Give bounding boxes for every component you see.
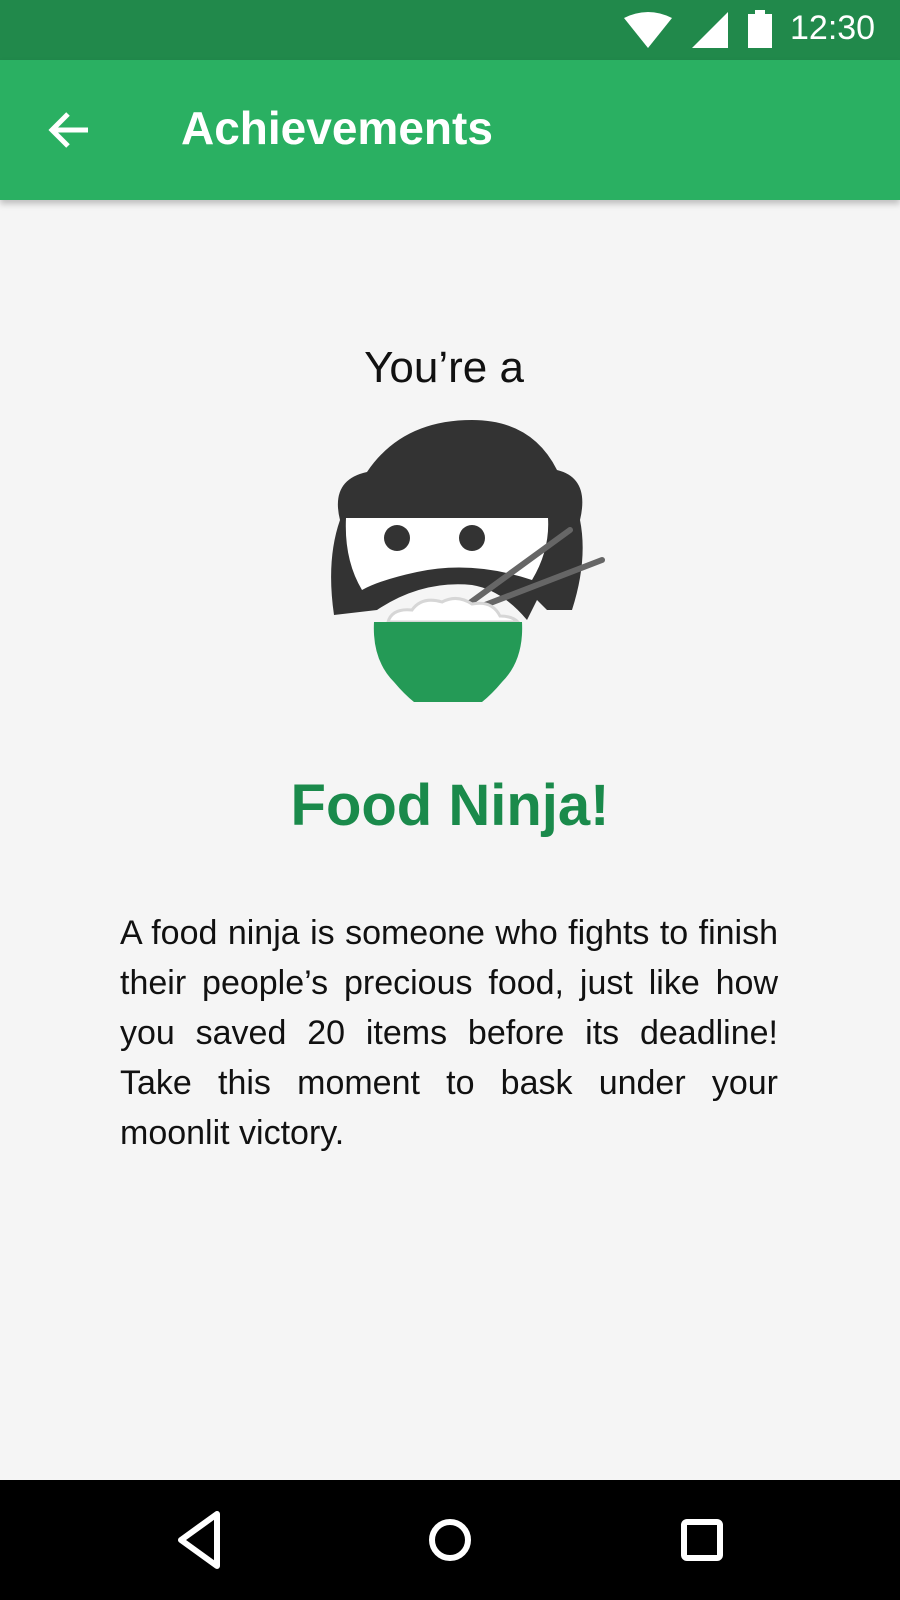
nav-home-button[interactable]	[410, 1500, 490, 1580]
page-title: Achievements	[181, 102, 493, 154]
status-time: 12:30	[790, 9, 876, 47]
app-bar: Achievements	[0, 60, 900, 200]
status-bar: 12:30	[0, 0, 900, 60]
nav-home-icon	[429, 1519, 471, 1561]
nav-back-icon	[178, 1511, 220, 1569]
nav-back-button[interactable]	[161, 1500, 241, 1580]
achievement-content: You’re a Food Ninja! A food ninja is som…	[0, 200, 900, 1480]
nav-recents-icon	[681, 1519, 723, 1561]
battery-icon	[748, 10, 772, 48]
achievement-intro: You’re a	[364, 343, 524, 392]
nav-recents-button[interactable]	[662, 1500, 742, 1580]
cell-signal-icon	[692, 12, 728, 48]
achievement-title: Food Ninja!	[290, 773, 610, 838]
arrow-left-icon	[48, 112, 88, 148]
navigation-bar	[0, 1480, 900, 1600]
food-ninja-icon	[331, 420, 605, 702]
achievement-description: A food ninja is someone who fights to fi…	[120, 914, 778, 1152]
wifi-icon	[624, 12, 672, 48]
back-button[interactable]	[36, 100, 104, 160]
